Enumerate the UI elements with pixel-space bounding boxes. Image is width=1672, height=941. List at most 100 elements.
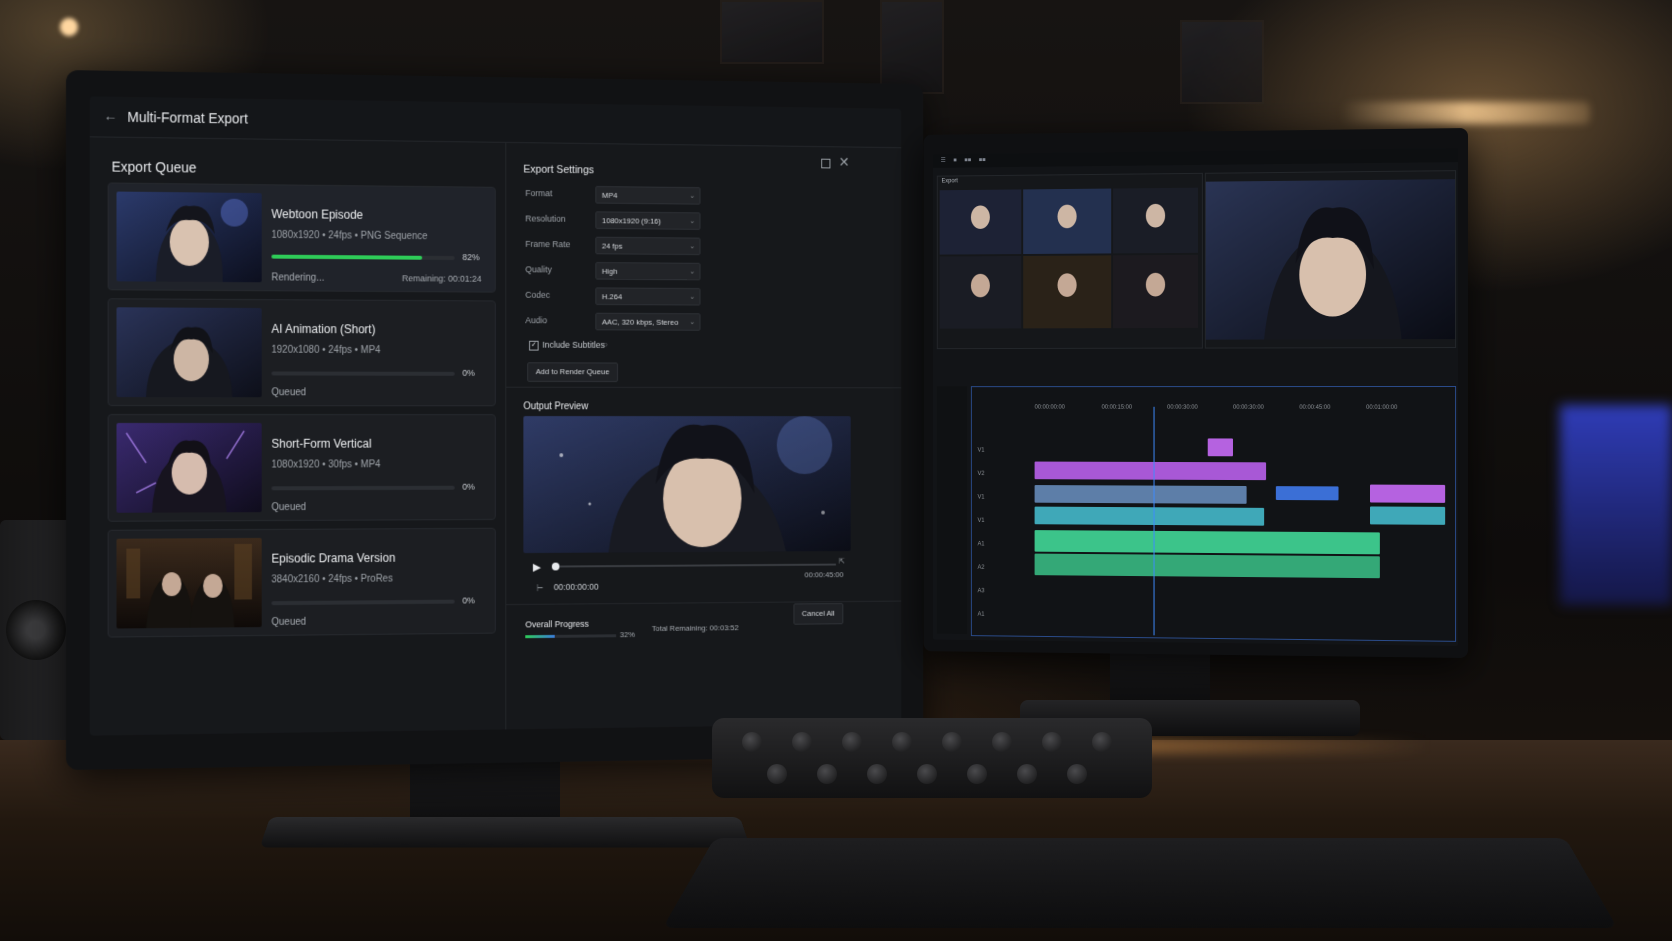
ruler-tick: 00:00:30:00 [1167,405,1198,411]
audio-clip[interactable] [1035,530,1380,554]
queue-item-percent: 0% [462,482,474,492]
timeline-panel: 00:00:00:00 00:00:15:00 00:00:30:00 00:0… [971,386,1456,642]
frame-rate-label: Frame Rate [525,239,570,249]
title-bar: ← Multi-Format Export [90,96,901,148]
export-app-window: ← Multi-Format Export Export Queue ✕ Web… [90,96,901,735]
speaker-cone [6,600,66,660]
track-label: A2 [978,565,985,571]
control-knob [742,732,762,752]
resolution-select[interactable]: 1080x1920 (9:16) ⌄ [595,211,700,230]
export-queue-list: Webtoon Episode 1080x1920 • 24fps • PNG … [108,182,496,645]
export-settings-panel: Export Settings Format MP4 ⌄ Resolution 1… [505,142,901,730]
timeline-clip[interactable] [1370,485,1445,503]
control-knob [942,732,962,752]
queue-item-name: AI Animation (Short) [271,322,375,336]
expand-icon[interactable]: ⇱ [839,557,845,566]
timeline-clip[interactable] [1035,507,1265,526]
lamp-bokeh [60,18,78,36]
chevron-down-icon: ⌄ [689,264,694,282]
queue-item-status: Rendering... [271,272,324,283]
audio-select[interactable]: AAC, 320 kbps, Stereo ⌄ [595,313,700,331]
resolution-label: Resolution [525,214,565,224]
left-monitor: ← Multi-Format Export Export Queue ✕ Web… [66,70,923,770]
codec-select[interactable]: H.264 ⌄ [595,287,700,305]
queue-item-percent: 82% [462,252,479,262]
queue-item-remaining: Remaining: 00:01:24 [402,273,482,283]
format-select[interactable]: MP4 ⌄ [595,186,700,205]
track-label: V1 [978,518,985,524]
queue-item-meta: 1080x1920 • 24fps • PNG Sequence [271,230,427,242]
resolution-value: 1080x1920 (9:16) [602,216,661,225]
play-icon[interactable]: ▶ [533,561,541,574]
queue-item-name: Short-Form Vertical [271,437,371,451]
monitor-base [260,817,751,848]
control-surface [712,718,1152,798]
track-label: A1 [978,541,985,547]
audio-clip[interactable] [1035,554,1380,579]
queue-item[interactable]: Webtoon Episode 1080x1920 • 24fps • PNG … [108,182,496,292]
ruler-tick: 00:00:00:00 [1035,405,1065,411]
keyboard [662,838,1617,928]
timeline-clip[interactable] [1370,506,1445,524]
control-knob [842,732,862,752]
preview-timecode: 00:00:00:00 [554,582,599,592]
divider [506,387,901,389]
overall-progress-percent: 32% [620,630,635,639]
queue-item-meta: 3840x2160 • 24fps • ProRes [271,574,392,586]
speaker [0,520,72,740]
scrubber-handle[interactable] [552,563,560,571]
back-arrow-icon[interactable]: ← [104,108,118,124]
control-knob [1042,732,1062,752]
neon-light [1560,405,1672,605]
export-settings-title: Export Settings [523,164,594,177]
include-subtitles-label: Include Subtitles [542,340,604,350]
queue-item[interactable]: Episodic Drama Version 3840x2160 • 24fps… [108,528,496,638]
ruler-tick: 00:00:30:00 [1233,405,1264,411]
output-preview-title: Output Preview [523,401,588,412]
chevron-down-icon: ⌄ [689,188,694,206]
queue-item-name: Episodic Drama Version [271,551,395,566]
timeline-playhead[interactable] [1154,407,1155,636]
quality-value: High [602,267,618,276]
source-monitor-label: Export [942,178,958,184]
add-to-render-queue-button[interactable]: Add to Render Queue [527,362,618,382]
control-knob [1017,764,1037,784]
ruler-tick: 00:00:15:00 [1102,405,1132,411]
track-label: A1 [978,612,985,618]
app-title: Multi-Format Export [127,109,248,127]
control-knob [867,764,887,784]
control-knob [792,732,812,752]
queue-item-percent: 0% [462,368,474,378]
ruler-tick: 00:01:00:00 [1366,405,1397,411]
info-icon[interactable]: ○ [603,340,608,349]
editor-menu-bar: ☰ ■ ■■ ■■ [933,148,1458,168]
audio-value: AAC, 320 kbps, Stereo [602,318,678,327]
overall-progress-fill [525,635,554,638]
frame-rate-value: 24 fps [602,242,623,251]
timeline-clip[interactable] [1035,485,1247,504]
include-subtitles-checkbox[interactable]: ✓ [529,341,538,351]
progress-fill [271,255,422,260]
frame-rate-select[interactable]: 24 fps ⌄ [595,237,700,255]
queue-item[interactable]: Short-Form Vertical 1080x1920 • 30fps • … [108,414,496,522]
cancel-all-button[interactable]: Cancel All [793,603,842,625]
codec-value: H.264 [602,292,622,301]
queue-item-progress-bar [271,600,454,606]
timeline-clip[interactable] [1035,462,1266,481]
timeline-clip[interactable] [1276,486,1339,500]
preview-scrubber[interactable] [556,564,836,568]
timeline-clip[interactable] [1208,438,1233,456]
chevron-down-icon: ⌄ [689,314,694,331]
wall-frame [720,0,824,64]
quality-select[interactable]: High ⌄ [595,262,700,280]
chevron-down-icon: ⌄ [689,289,694,307]
control-knob [917,764,937,784]
chevron-down-icon: ⌄ [689,239,694,257]
shelf-light [1340,102,1590,124]
queue-item[interactable]: AI Animation (Short) 1920x1080 • 24fps •… [108,298,496,406]
thumbnail-image [116,307,261,397]
format-label: Format [525,188,552,198]
queue-item-progress-bar [271,255,454,260]
wall-frame [880,0,944,94]
queue-item-status: Queued [271,502,306,513]
